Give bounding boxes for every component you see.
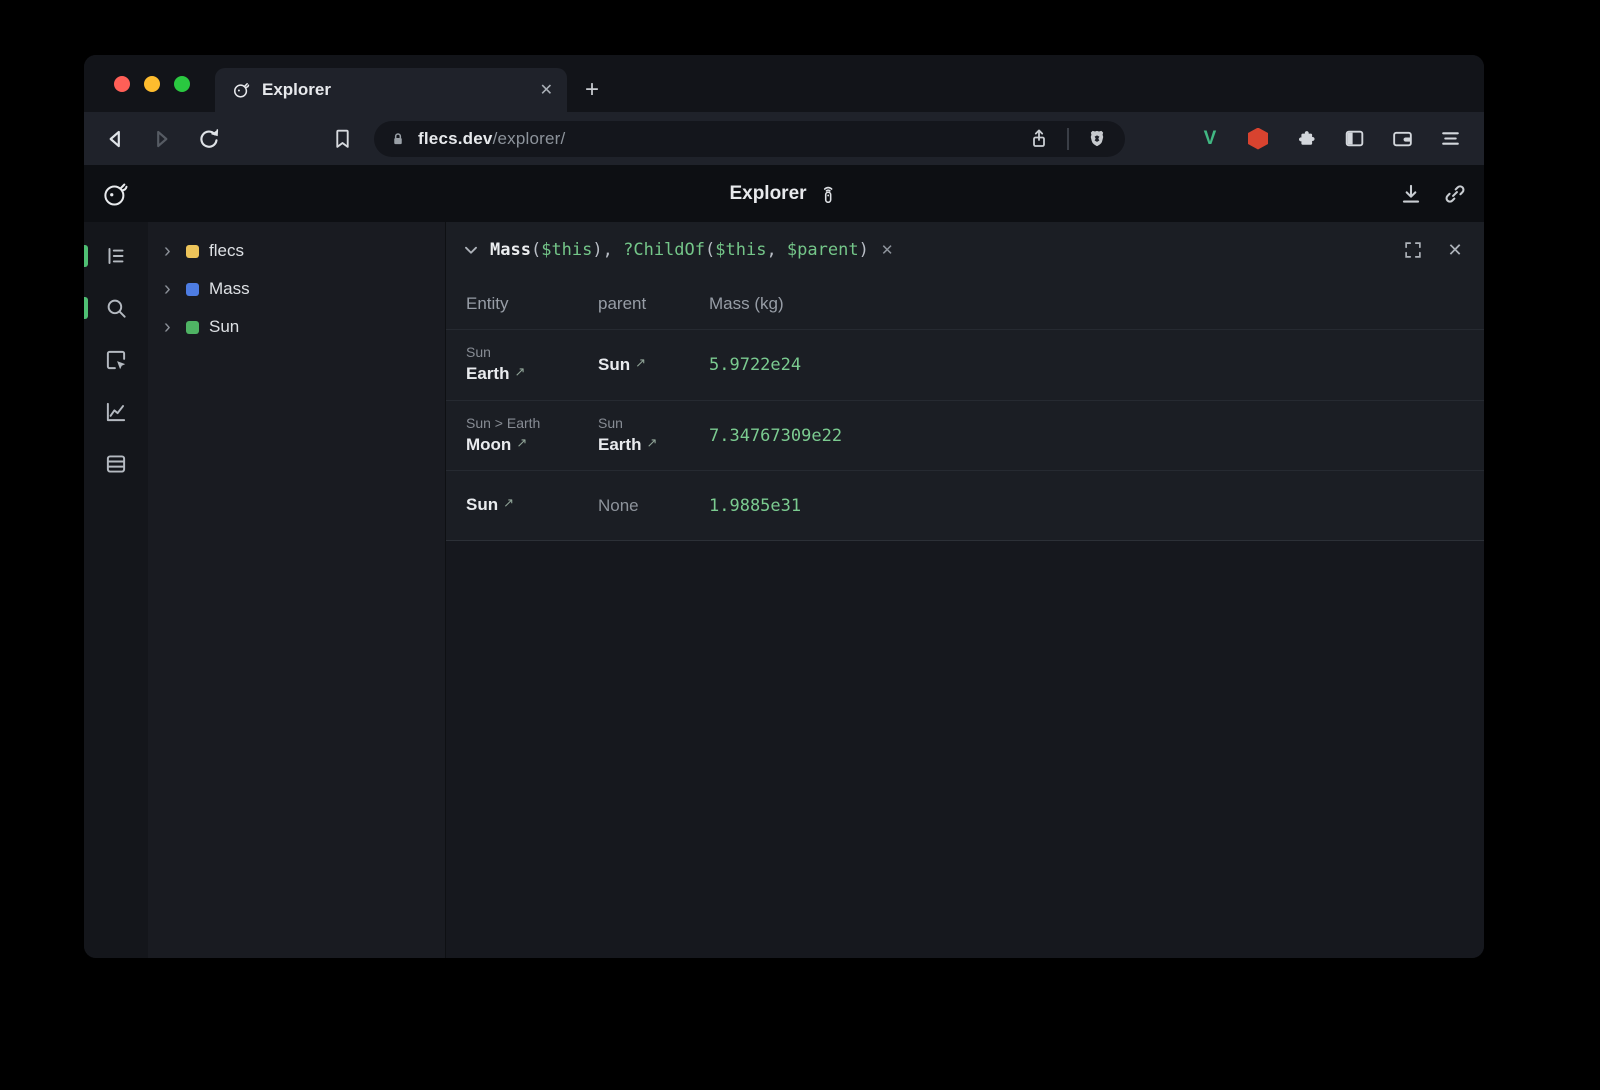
table-row: Sun > Earth Moon ↗ Sun Earth ↗: [446, 400, 1484, 470]
minimize-button[interactable]: [144, 76, 160, 92]
tree-item-label: Mass: [209, 279, 250, 299]
share-link-icon[interactable]: [1440, 179, 1470, 209]
entity-swatch: [186, 283, 199, 296]
chevron-right-icon[interactable]: ›: [164, 281, 180, 297]
mass-value: 7.34767309e22: [709, 426, 1484, 446]
tab-title: Explorer: [262, 80, 331, 100]
entity-swatch: [186, 321, 199, 334]
parent-none-label: None: [598, 494, 639, 518]
bookmark-icon[interactable]: [328, 125, 356, 153]
sidebar-toggle-icon[interactable]: [1340, 125, 1368, 153]
menu-icon[interactable]: [1436, 125, 1464, 153]
entity-path: Sun: [466, 343, 598, 362]
tree-item-flecs[interactable]: › flecs: [148, 232, 445, 270]
external-link-icon: ↗: [514, 360, 525, 384]
url-path: /explorer/: [493, 129, 566, 148]
extensions-puzzle-icon[interactable]: [1292, 125, 1320, 153]
entity-link[interactable]: Moon: [466, 433, 511, 457]
entity-path: Sun > Earth: [466, 414, 598, 433]
tab-close-icon[interactable]: ✕: [540, 80, 553, 100]
lock-icon[interactable]: [388, 129, 408, 149]
browser-tab[interactable]: Explorer ✕: [215, 68, 567, 112]
browser-toolbar: flecs.dev/explorer/ V: [84, 112, 1484, 165]
flecs-logo-icon[interactable]: [100, 179, 130, 209]
brave-shields-icon[interactable]: [1083, 125, 1111, 153]
tree-item-sun[interactable]: › Sun: [148, 308, 445, 346]
external-link-icon: ↗: [503, 491, 514, 515]
column-header-parent: parent: [598, 294, 709, 314]
active-indicator: [84, 297, 88, 319]
parent-link[interactable]: Sun: [598, 353, 630, 377]
stats-chart-icon[interactable]: [102, 398, 130, 426]
chevron-right-icon[interactable]: ›: [164, 319, 180, 335]
tree-item-label: flecs: [209, 241, 244, 261]
url-host: flecs.dev: [418, 129, 493, 148]
chevron-right-icon[interactable]: ›: [164, 243, 180, 259]
tab-strip: Explorer ✕ +: [84, 55, 1484, 112]
table-row: Sun Earth ↗ Sun ↗ 5.972: [446, 330, 1484, 400]
chevron-down-icon[interactable]: [460, 239, 482, 261]
traffic-lights: [114, 55, 190, 112]
download-icon[interactable]: [1396, 179, 1426, 209]
header-actions: [1396, 165, 1470, 222]
tree-item-label: Sun: [209, 317, 239, 337]
external-link-icon: ↗: [646, 431, 657, 455]
journal-list-icon[interactable]: [102, 450, 130, 478]
page-title: Explorer: [729, 181, 838, 207]
forward-button[interactable]: [148, 125, 176, 153]
back-button[interactable]: [101, 125, 129, 153]
url-bar[interactable]: flecs.dev/explorer/: [374, 121, 1125, 157]
table-header: Entity parent Mass (kg): [446, 278, 1484, 330]
url-text: flecs.dev/explorer/: [418, 129, 565, 149]
column-header-entity: Entity: [466, 294, 598, 314]
search-icon[interactable]: [102, 294, 130, 322]
zoom-button[interactable]: [174, 76, 190, 92]
reload-button[interactable]: [195, 125, 223, 153]
explorer-body: › flecs › Mass › Sun: [84, 222, 1484, 958]
query-header: Mass($this), ?ChildOf($this, $parent) ✕ …: [446, 222, 1484, 278]
entity-tree: › flecs › Mass › Sun: [148, 222, 445, 958]
flecs-favicon-icon: [231, 80, 251, 100]
query-panel: Mass($this), ?ChildOf($this, $parent) ✕ …: [446, 222, 1484, 541]
active-indicator: [84, 245, 88, 267]
entity-swatch: [186, 245, 199, 258]
extension-hexagon-icon[interactable]: [1244, 125, 1272, 153]
entity-link[interactable]: Sun: [466, 493, 498, 517]
close-button[interactable]: [114, 76, 130, 92]
wallet-icon[interactable]: [1388, 125, 1416, 153]
tree-view-icon[interactable]: [102, 242, 130, 270]
external-link-icon: ↗: [635, 351, 646, 375]
toolbar-divider: [1067, 128, 1069, 150]
mass-value: 5.9722e24: [709, 355, 1484, 375]
query-input[interactable]: Mass($this), ?ChildOf($this, $parent): [490, 240, 869, 260]
remote-connection-icon[interactable]: [817, 181, 839, 207]
query-clear-icon[interactable]: ✕: [881, 241, 894, 259]
column-header-mass: Mass (kg): [709, 294, 1484, 314]
extension-cluster: V: [1196, 125, 1484, 153]
explorer-header: Explorer: [84, 165, 1484, 222]
browser-window: Explorer ✕ + fle: [84, 55, 1484, 958]
vue-devtools-icon[interactable]: V: [1196, 125, 1224, 153]
query-panel-area: Mass($this), ?ChildOf($this, $parent) ✕ …: [445, 222, 1484, 958]
parent-link[interactable]: Earth: [598, 433, 641, 457]
fullscreen-icon[interactable]: [1400, 237, 1426, 263]
new-tab-button[interactable]: +: [585, 76, 599, 104]
mass-value: 1.9885e31: [709, 496, 1484, 516]
external-link-icon: ↗: [516, 431, 527, 455]
share-icon[interactable]: [1025, 125, 1053, 153]
tree-item-mass[interactable]: › Mass: [148, 270, 445, 308]
panel-close-icon[interactable]: ✕: [1442, 237, 1468, 263]
table-row: Sun ↗ None 1.9885e31: [446, 470, 1484, 540]
icon-rail: [84, 222, 148, 958]
inspect-icon[interactable]: [102, 346, 130, 374]
entity-link[interactable]: Earth: [466, 362, 509, 386]
